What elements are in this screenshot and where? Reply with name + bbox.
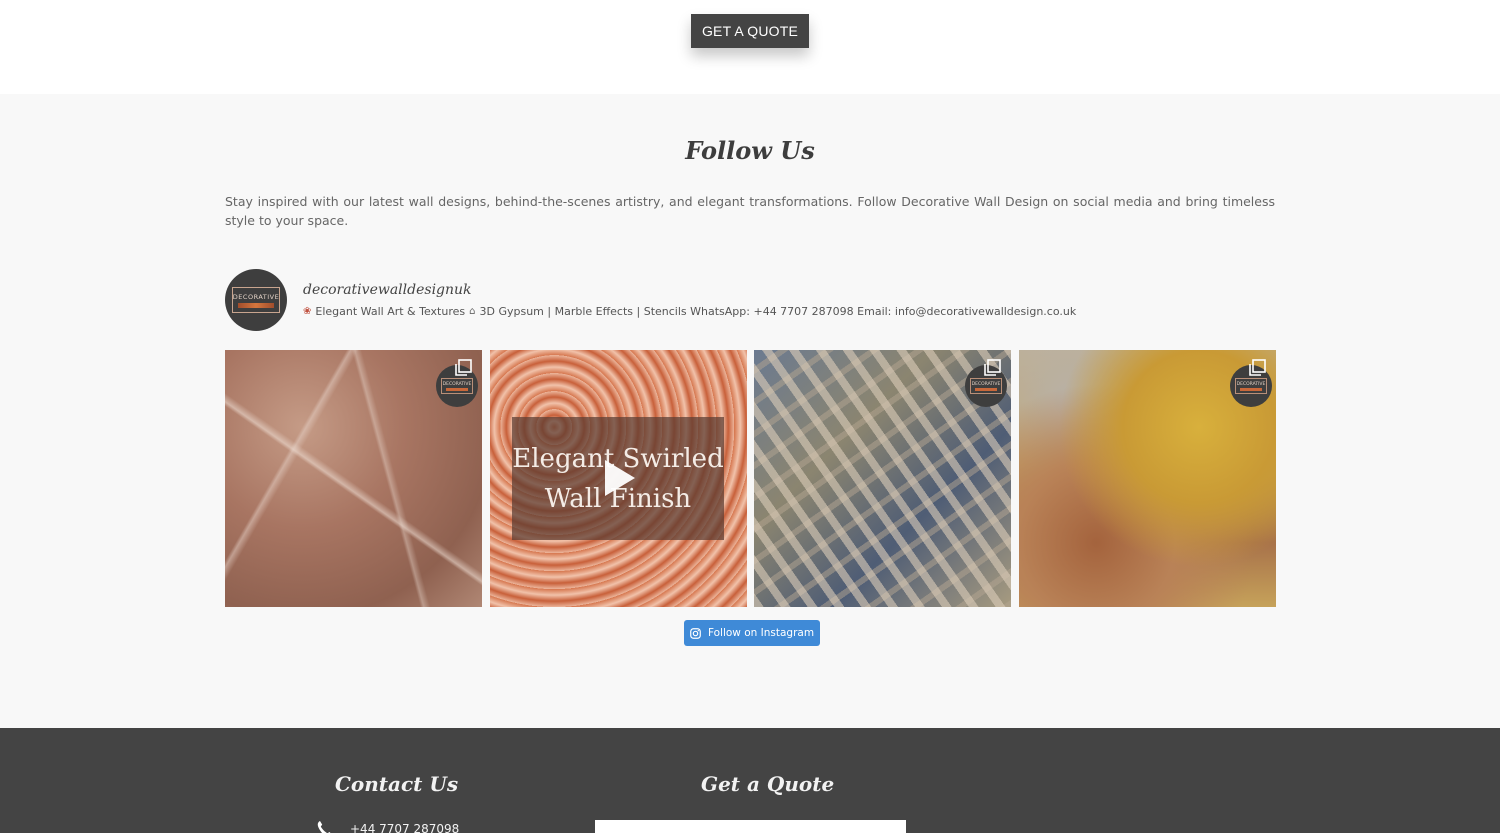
contact-us-heading: Contact Us (335, 772, 459, 796)
instagram-icon (690, 627, 701, 639)
instagram-username-link[interactable]: decorativewalldesignuk (303, 282, 472, 298)
get-a-quote-heading: Get a Quote (701, 772, 835, 796)
badge-text: DECORATIVE (442, 381, 472, 387)
follow-us-title: Follow Us (685, 136, 815, 165)
get-a-quote-button[interactable]: GET A QUOTE (691, 14, 809, 48)
bio-text-part1: Elegant Wall Art & Textures (315, 305, 466, 318)
bio-text-part2: 3D Gypsum | Marble Effects | Stencils Wh… (479, 305, 1077, 318)
logo-stripe (238, 302, 274, 308)
carousel-icon (455, 359, 472, 376)
badge-text: DECORATIVE (971, 381, 1001, 387)
badge-text: DECORATIVE (1236, 381, 1266, 387)
instagram-post-4[interactable]: DECORATIVE (1019, 350, 1276, 607)
follow-on-instagram-label: Follow on Instagram (707, 627, 815, 639)
phone-number: +44 7707 287098 (350, 822, 460, 836)
follow-us-section: Follow Us Stay inspired with our latest … (0, 94, 1500, 728)
phone-icon (317, 821, 333, 837)
carousel-icon (984, 359, 1001, 376)
top-band: GET A QUOTE (0, 0, 1500, 94)
play-icon (605, 460, 635, 496)
logo-text: DECORATIVE (232, 292, 280, 301)
palette-icon: ❀ (303, 306, 312, 317)
follow-us-description: Stay inspired with our latest wall desig… (225, 194, 1275, 228)
instagram-profile-avatar[interactable]: DECORATIVE (225, 269, 287, 331)
follow-on-instagram-button[interactable]: Follow on Instagram (684, 620, 820, 646)
classical-building-icon: ⌂ (469, 306, 476, 317)
footer: Contact Us Get a Quote +44 7707 287098 (0, 728, 1500, 840)
phone-contact[interactable]: +44 7707 287098 (316, 820, 459, 838)
logo: DECORATIVE (232, 287, 280, 313)
instagram-post-3[interactable]: DECORATIVE (754, 350, 1011, 607)
carousel-icon (1249, 359, 1266, 376)
instagram-post-2-video[interactable]: Elegant Swirled Wall Finish (490, 350, 747, 607)
quote-form-name-field[interactable] (595, 820, 906, 840)
profile-bio: ❀ Elegant Wall Art & Textures ⌂ 3D Gypsu… (303, 305, 1076, 318)
instagram-post-1[interactable]: DECORATIVE (225, 350, 482, 607)
